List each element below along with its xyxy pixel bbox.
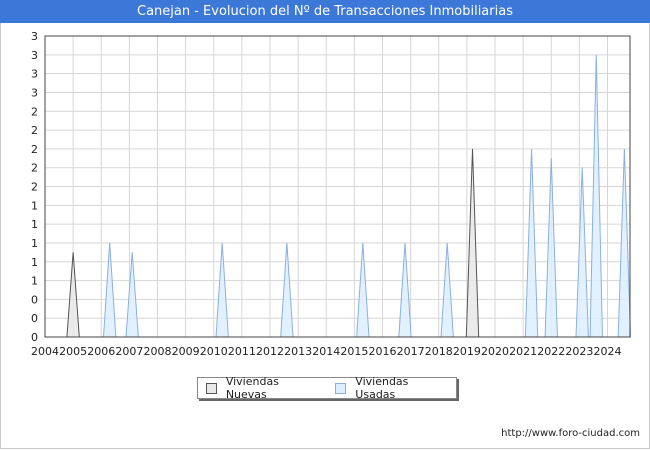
x-tick-label: 2008 (144, 345, 172, 358)
legend-swatch-usadas (335, 382, 347, 394)
y-tick-label: 3 (31, 49, 38, 62)
x-tick-label: 2020 (481, 345, 509, 358)
x-tick-label: 2022 (537, 345, 565, 358)
y-tick-label: 3 (31, 30, 38, 43)
legend-label-nuevas: Viviendas Nuevas (225, 375, 279, 401)
legend-swatch-nuevas (206, 382, 217, 394)
y-tick-label: 1 (31, 275, 38, 288)
x-tick-label: 2004 (31, 345, 59, 358)
y-tick-label: 1 (31, 237, 38, 250)
x-tick-label: 2009 (172, 345, 200, 358)
x-tick-label: 2024 (594, 345, 622, 358)
x-tick-label: 2016 (369, 345, 397, 358)
x-tick-label: 2014 (312, 345, 340, 358)
x-tick-label: 2013 (284, 345, 312, 358)
y-tick-label: 2 (31, 181, 38, 194)
legend-label-usadas: Viviendas Usadas (355, 375, 409, 401)
y-tick-label: 1 (31, 199, 38, 212)
y-tick-label: 3 (31, 68, 38, 81)
x-tick-label: 2005 (59, 345, 87, 358)
x-tick-label: 2019 (453, 345, 481, 358)
y-tick-label: 1 (31, 256, 38, 269)
x-tick-label: 2007 (115, 345, 143, 358)
legend: Viviendas Nuevas Viviendas Usadas (197, 375, 457, 401)
x-tick-label: 2015 (340, 345, 368, 358)
x-tick-label: 2012 (256, 345, 284, 358)
y-tick-label: 2 (31, 143, 38, 156)
x-tick-label: 2021 (509, 345, 537, 358)
y-tick-label: 1 (31, 218, 38, 231)
x-tick-label: 2010 (200, 345, 228, 358)
y-tick-label: 2 (31, 105, 38, 118)
y-tick-label: 2 (31, 162, 38, 175)
y-tick-label: 0 (31, 312, 38, 325)
x-tick-label: 2018 (425, 345, 453, 358)
x-tick-label: 2023 (565, 345, 593, 358)
x-tick-label: 2006 (87, 345, 115, 358)
x-tick-label: 2011 (228, 345, 256, 358)
legend-item-usadas: Viviendas Usadas (335, 375, 450, 401)
y-tick-label: 0 (31, 293, 38, 306)
y-tick-label: 0 (31, 331, 38, 344)
y-tick-label: 2 (31, 124, 38, 137)
footer-url: http://www.foro-ciudad.com (501, 428, 640, 439)
legend-item-nuevas: Viviendas Nuevas (206, 375, 321, 401)
y-tick-label: 3 (31, 86, 38, 99)
x-tick-label: 2017 (397, 345, 425, 358)
